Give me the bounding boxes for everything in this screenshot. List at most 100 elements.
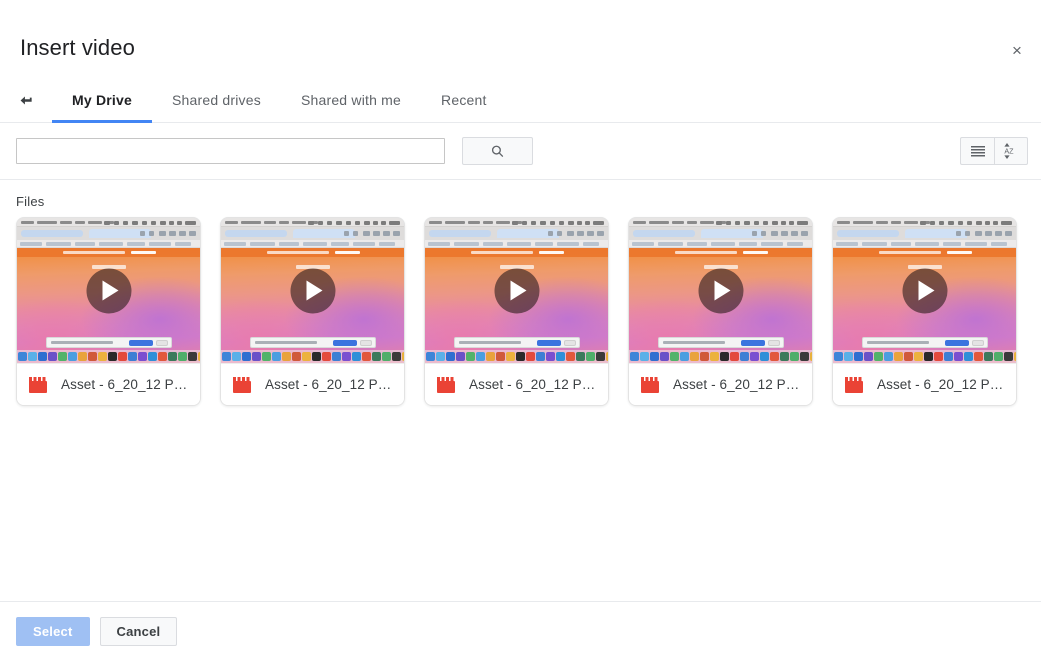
screenshot-menubar [629,218,812,227]
dock-app-icon [362,352,371,361]
sort-az-icon[interactable]: AZ [994,137,1028,165]
screenshot-bookmarks-bar [629,240,812,248]
file-name: Asset - 6_20_12 P… [877,377,1004,392]
file-name: Asset - 6_20_12 P… [673,377,800,392]
file-card[interactable]: Asset - 6_20_12 P… [16,217,201,406]
screenshot-browser-toolbar [629,227,812,240]
dock-app-icon [760,352,769,361]
close-icon[interactable]: × [1001,34,1033,66]
dock-app-icon [546,352,555,361]
tab-my-drive[interactable]: My Drive [52,78,152,123]
dock-app-icon [884,352,893,361]
screenshot-browser-toolbar [17,227,200,240]
dock-app-icon [158,352,167,361]
search-button[interactable] [462,137,533,165]
dock-app-icon [874,352,883,361]
play-icon[interactable] [494,268,539,313]
dock-app-icon [790,352,799,361]
dock-app-icon [342,352,351,361]
page-title: Insert video [20,35,135,60]
dock-app-icon [312,352,321,361]
dock-app-icon [1004,352,1013,361]
dock-app-icon [88,352,97,361]
cancel-button[interactable]: Cancel [99,616,178,646]
dock-app-icon [894,352,903,361]
video-file-icon [641,376,659,393]
screenshot-banner [833,248,1016,257]
search-toolbar: AZ [0,123,1041,180]
tab-shared-drives[interactable]: Shared drives [152,78,281,122]
dock-app-icon [586,352,595,361]
file-card-footer: Asset - 6_20_12 P… [17,363,200,405]
dock-app-icon [18,352,27,361]
view-controls: AZ [960,137,1028,165]
screenshot-menubar [833,218,1016,227]
dock-app-icon [48,352,57,361]
dialog-footer: Select Cancel [0,601,1041,660]
dock-app-icon [834,352,843,361]
file-card[interactable]: Asset - 6_20_12 P… [832,217,1017,406]
dock-app-icon [904,352,913,361]
file-card-footer: Asset - 6_20_12 P… [425,363,608,405]
screenshot-menubar [425,218,608,227]
dock-app-icon [556,352,565,361]
video-thumbnail [833,218,1016,363]
screenshot-banner [17,248,200,257]
tab-list: My Drive Shared drives Shared with me Re… [52,78,507,123]
file-card[interactable]: Asset - 6_20_12 P… [424,217,609,406]
dock-app-icon [954,352,963,361]
video-file-icon [437,376,455,393]
dock-app-icon [606,352,608,361]
screenshot-bookmarks-bar [833,240,1016,248]
dock-app-icon [372,352,381,361]
back-arrow-icon[interactable] [0,78,52,122]
screenshot-browser-toolbar [425,227,608,240]
dock-app-icon [710,352,719,361]
dock-app-icon [252,352,261,361]
dock-app-icon [496,352,505,361]
dock-app-icon [924,352,933,361]
dock-app-icon [58,352,67,361]
screenshot-dock [17,350,200,363]
play-icon[interactable] [902,268,947,313]
file-card[interactable]: Asset - 6_20_12 P… [628,217,813,406]
tab-bar: My Drive Shared drives Shared with me Re… [0,78,1041,123]
list-view-icon[interactable] [960,137,994,165]
dock-app-icon [596,352,605,361]
file-card-footer: Asset - 6_20_12 P… [833,363,1016,405]
dock-app-icon [974,352,983,361]
file-card[interactable]: Asset - 6_20_12 P… [220,217,405,406]
tab-recent[interactable]: Recent [421,78,507,122]
dock-app-icon [700,352,709,361]
screenshot-dialog [657,337,784,348]
select-button[interactable]: Select [16,616,90,646]
play-icon[interactable] [86,268,131,313]
dock-app-icon [198,352,200,361]
dock-app-icon [934,352,943,361]
screenshot-dialog [861,337,988,348]
dock-app-icon [800,352,809,361]
dock-app-icon [332,352,341,361]
dock-app-icon [486,352,495,361]
search-icon [491,145,504,157]
search-input[interactable] [16,138,445,164]
dock-app-icon [108,352,117,361]
dock-app-icon [272,352,281,361]
dock-app-icon [770,352,779,361]
play-icon[interactable] [698,268,743,313]
video-file-icon [233,376,251,393]
screenshot-banner [221,248,404,257]
dock-app-icon [690,352,699,361]
dock-app-icon [148,352,157,361]
dialog-header: Insert video × [0,0,1041,78]
dock-app-icon [964,352,973,361]
dock-app-icon [98,352,107,361]
tab-shared-with-me[interactable]: Shared with me [281,78,421,122]
dock-app-icon [38,352,47,361]
video-file-icon [29,376,47,393]
dock-app-icon [382,352,391,361]
play-icon[interactable] [290,268,335,313]
video-thumbnail [425,218,608,363]
dock-app-icon [292,352,301,361]
dock-app-icon [128,352,137,361]
